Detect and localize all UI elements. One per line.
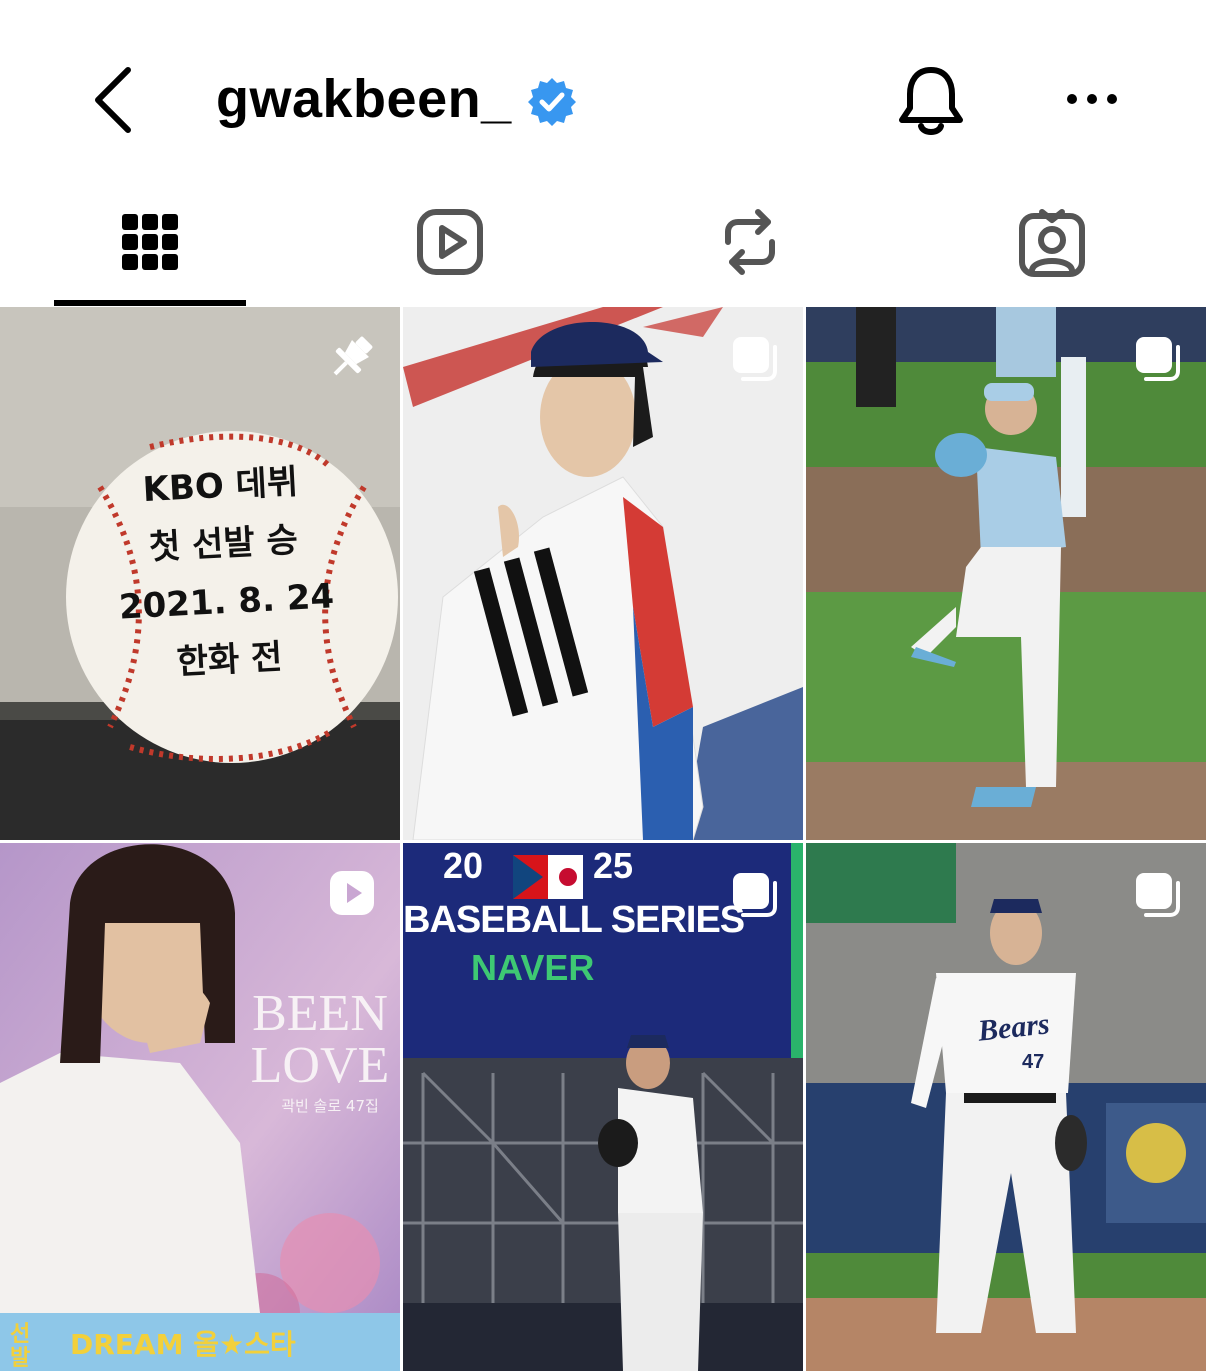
carousel-icon bbox=[1136, 873, 1180, 917]
more-icon[interactable] bbox=[1064, 84, 1120, 114]
poster-title-line: LOVE bbox=[250, 1037, 390, 1094]
poster-footer: DREAM 올★스타 bbox=[70, 1328, 296, 1361]
back-chevron-icon[interactable] bbox=[88, 62, 148, 138]
post-tile[interactable]: BEEN LOVE 곽빈 솔로 47집 DREAM 올★스타 선 발 bbox=[0, 843, 400, 1371]
bell-icon[interactable] bbox=[896, 62, 966, 138]
carousel-icon bbox=[733, 337, 777, 381]
pitcher-windup-photo bbox=[806, 307, 1206, 840]
series-year-left: 20 bbox=[443, 845, 484, 886]
series-year-right: 25 bbox=[593, 845, 634, 886]
post-tile[interactable] bbox=[403, 307, 803, 840]
jersey-number: 47 bbox=[1022, 1051, 1045, 1073]
reels-icon[interactable] bbox=[410, 202, 490, 282]
carousel-icon bbox=[1136, 337, 1180, 381]
pin-icon bbox=[333, 336, 373, 376]
profile-header: gwakbeen_ bbox=[0, 0, 1206, 180]
poster-title-line: BEEN bbox=[252, 985, 388, 1042]
reposts-icon[interactable] bbox=[710, 202, 790, 282]
reel-icon bbox=[330, 871, 374, 915]
poster-side-label: 선 발 bbox=[10, 1322, 31, 1371]
post-tile[interactable]: KBO 데뷔 첫 선발 승 2021. 8. 24 한화 전 bbox=[0, 307, 400, 840]
flag-portrait-photo bbox=[403, 307, 803, 840]
profile-tabs bbox=[0, 180, 1206, 307]
carousel-icon bbox=[733, 873, 777, 917]
active-tab-indicator bbox=[54, 300, 246, 306]
post-tile[interactable] bbox=[806, 307, 1206, 840]
poster-subtitle: 곽빈 솔로 47집 bbox=[281, 1097, 379, 1115]
profile-username: gwakbeen_ bbox=[216, 69, 512, 129]
series-sponsor: NAVER bbox=[471, 947, 595, 988]
tagged-icon[interactable] bbox=[1012, 202, 1092, 282]
posts-grid-icon[interactable] bbox=[110, 202, 190, 282]
ball-inscription: KBO 데뷔 첫 선발 승 2021. 8. 24 한화 전 bbox=[104, 451, 346, 695]
posts-grid: KBO 데뷔 첫 선발 승 2021. 8. 24 한화 전 BEEN LOVE… bbox=[0, 307, 1206, 1371]
poster-title: BEEN LOVE bbox=[240, 988, 400, 1092]
post-tile[interactable]: 20 25 BASEBALL SERIES NAVER bbox=[403, 843, 803, 1371]
inscription-line: 2021. 8. 24 bbox=[118, 576, 335, 628]
bears-pitcher-photo bbox=[806, 843, 1206, 1371]
post-tile[interactable]: Bears 47 bbox=[806, 843, 1206, 1371]
series-banner: BASEBALL SERIES bbox=[403, 899, 745, 941]
inscription-line: 한화 전 bbox=[175, 637, 284, 683]
verified-badge-icon bbox=[528, 78, 576, 126]
